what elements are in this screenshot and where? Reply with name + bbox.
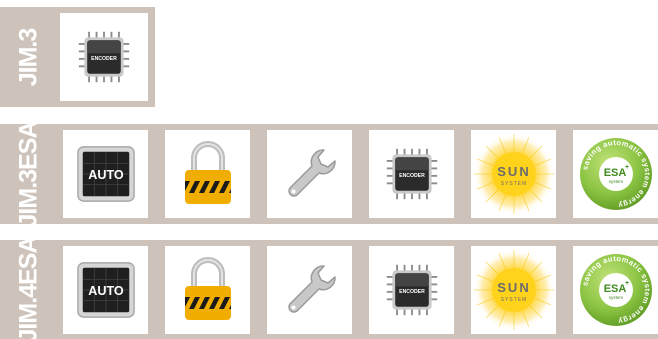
row-label-text: JIM.4ESA xyxy=(14,236,42,339)
auto-monitor-icon: AUTO xyxy=(76,262,135,318)
feature-tile-encoder: ENCODER xyxy=(60,13,148,101)
encoder-label: ENCODER xyxy=(91,56,117,62)
sun-system-label: SYSTEM xyxy=(500,181,527,187)
feature-tile-lock xyxy=(165,130,250,218)
auto-label: AUTO xyxy=(88,168,124,182)
product-row-jim3: JIM.3 ENCODER xyxy=(0,7,155,107)
feature-tile-encoder: ENCODER xyxy=(369,246,454,334)
feature-tile-sun-system: SUN SYSTEM xyxy=(471,246,556,334)
feature-tile-auto: AUTO xyxy=(63,246,148,334)
padlock-icon xyxy=(184,141,231,204)
feature-tile-maintenance xyxy=(267,246,352,334)
feature-tile-auto: AUTO xyxy=(63,130,148,218)
sun-label: SUN xyxy=(497,280,530,295)
feature-tile-esa: saving automatic system energy ESA + sys… xyxy=(573,130,658,218)
feature-tile-encoder: ENCODER xyxy=(369,130,454,218)
product-row-jim3esa: JIM.3ESA AUTO ENCODER SUN SYSTEM saving … xyxy=(0,121,658,227)
feature-tile-lock xyxy=(165,246,250,334)
sun-system-icon: SUN SYSTEM xyxy=(473,250,554,330)
esa-plus: + xyxy=(624,164,628,171)
wrench-icon xyxy=(287,265,336,313)
sun-system-label: SYSTEM xyxy=(500,297,527,303)
esa-label: ESA xyxy=(603,283,626,295)
feature-tile-maintenance xyxy=(267,130,352,218)
auto-label: AUTO xyxy=(88,284,124,298)
encoder-label: ENCODER xyxy=(399,289,425,295)
esa-label: ESA xyxy=(603,167,626,179)
row-label: JIM.4ESA xyxy=(0,236,57,339)
padlock-icon xyxy=(184,257,231,320)
encoder-chip-icon: ENCODER xyxy=(78,31,130,83)
sun-system-icon: SUN SYSTEM xyxy=(473,134,554,214)
esa-system-label: system xyxy=(608,179,623,184)
row-label-text: JIM.3 xyxy=(14,28,42,86)
product-row-jim4esa: JIM.4ESA AUTO ENCODER SUN SYSTEM saving … xyxy=(0,236,658,339)
sun-label: SUN xyxy=(497,164,530,179)
feature-tile-esa: saving automatic system energy ESA + sys… xyxy=(573,246,658,334)
encoder-chip-icon: ENCODER xyxy=(386,264,437,316)
row-label: JIM.3 xyxy=(0,7,57,107)
encoder-chip-icon: ENCODER xyxy=(386,148,437,200)
row-label: JIM.3ESA xyxy=(0,121,57,227)
esa-badge-icon: saving automatic system energy ESA + sys… xyxy=(579,138,652,210)
auto-monitor-icon: AUTO xyxy=(76,146,135,202)
wrench-icon xyxy=(287,149,336,197)
encoder-label: ENCODER xyxy=(399,173,425,179)
esa-plus: + xyxy=(624,280,628,287)
row-label-text: JIM.3ESA xyxy=(14,121,42,227)
esa-badge-icon: saving automatic system energy ESA + sys… xyxy=(579,254,652,326)
feature-tile-sun-system: SUN SYSTEM xyxy=(471,130,556,218)
esa-system-label: system xyxy=(608,295,623,300)
